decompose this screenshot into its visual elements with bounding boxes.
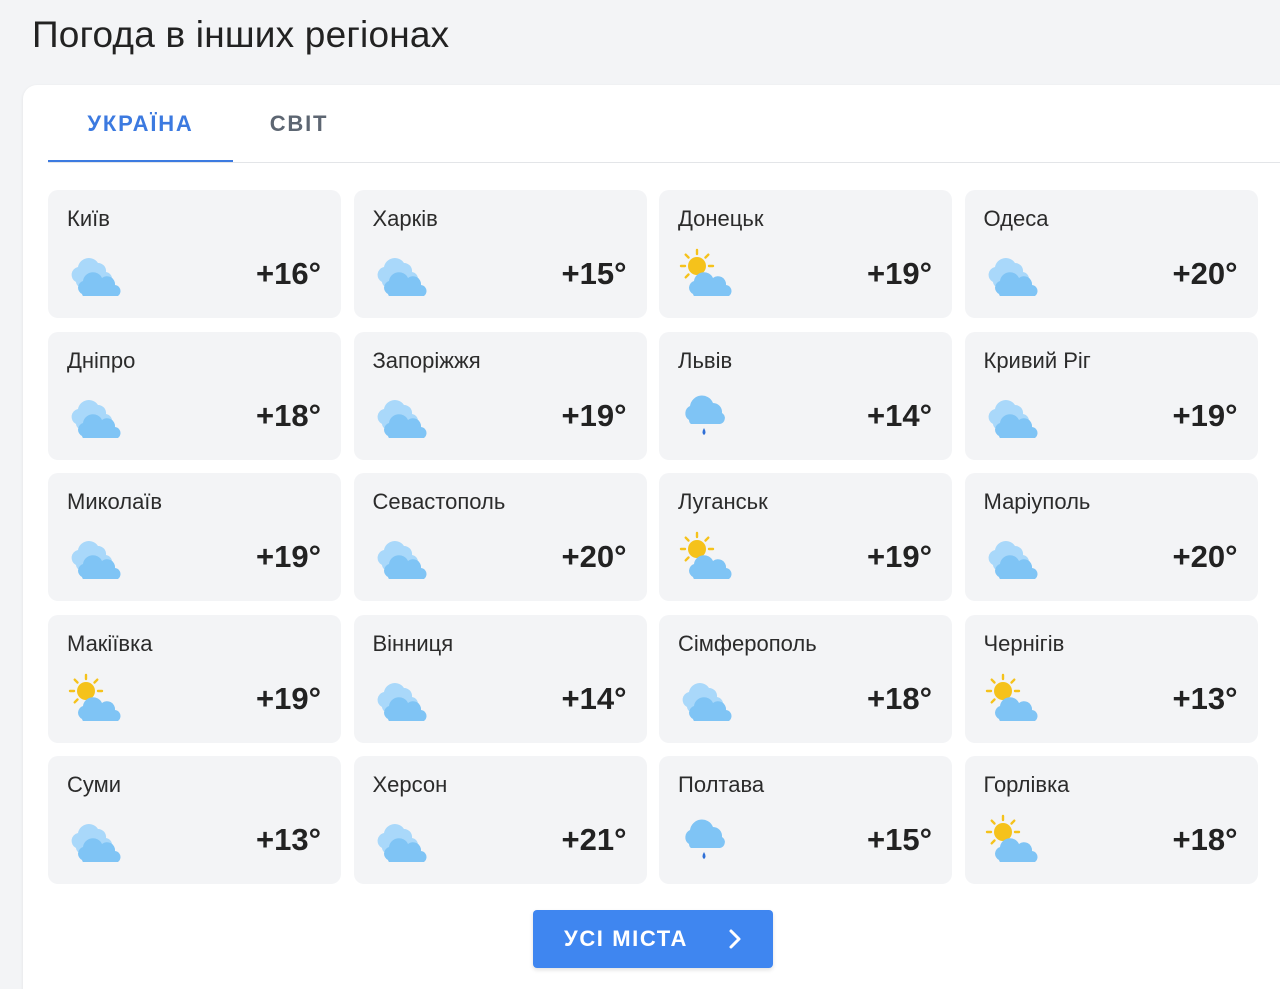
city-name: Львів [678,347,733,373]
city-card[interactable]: Київ +16° [48,190,341,318]
city-name: Кривий Ріг [983,347,1091,373]
tabs-divider [48,162,1280,163]
city-temperature: +13° [1172,680,1238,716]
city-grid: Київ +16° Харків +15° Донецьк +19° Одеса +20° Дн… [48,190,1258,884]
city-name: Суми [67,772,122,797]
city-card[interactable]: Харків +15° [353,190,647,318]
city-card[interactable]: Донецьк +19° [659,190,952,318]
city-card[interactable]: Кривий Ріг +19° [964,331,1258,460]
city-temperature: +16° [256,256,321,291]
regions-panel: УКРАЇНА СВІТ Київ +16° Харків +15° Донецьк +1… [23,85,1280,989]
city-card[interactable]: Одеса +20° [964,190,1258,318]
city-name: Київ [67,206,110,231]
city-card[interactable]: Макіївка +19° [48,614,341,743]
city-card[interactable]: Дніпро +18° [48,331,341,460]
city-name: Полтава [678,772,765,797]
city-name: Горлівка [983,772,1070,797]
city-temperature: +19° [561,397,627,433]
city-temperature: +14° [867,397,932,433]
city-temperature: +20° [561,539,627,574]
city-card[interactable]: Маріуполь +20° [964,473,1258,601]
city-name: Сімферополь [678,630,817,656]
city-card[interactable]: Чернігів +13° [964,614,1258,743]
region-tabs: УКРАЇНА СВІТ [48,85,365,163]
tab-world[interactable]: СВІТ [233,85,365,162]
city-name: Донецьк [678,206,764,231]
all-cities-button[interactable]: УСІ МІСТА [533,910,773,968]
city-temperature: +15° [867,822,932,857]
city-card[interactable]: Луганськ +19° [659,473,952,601]
city-temperature: +18° [867,680,932,716]
city-temperature: +19° [867,256,932,291]
city-card[interactable]: Львів +14° [659,331,952,460]
city-temperature: +18° [1172,822,1238,857]
page-title: Погода в інших регіонах [32,14,450,55]
city-temperature: +20° [1172,256,1238,291]
city-temperature: +19° [256,680,321,716]
city-name: Запоріжжя [372,347,481,373]
all-cities-label: УСІ МІСТА [564,926,688,951]
city-temperature: +19° [1172,397,1238,433]
city-name: Макіївка [67,630,153,656]
city-name: Луганськ [678,489,768,514]
city-temperature: +15° [561,256,627,291]
city-card[interactable]: Сімферополь +18° [659,614,952,743]
city-card[interactable]: Полтава +15° [659,756,952,884]
city-card[interactable]: Горлівка +18° [964,756,1258,884]
chevron-right-icon [729,929,741,949]
tab-ukraine[interactable]: УКРАЇНА [48,85,233,163]
city-temperature: +18° [256,397,321,433]
city-name: Маріуполь [983,489,1091,514]
city-name: Вінниця [372,630,454,656]
city-temperature: +13° [256,822,321,857]
city-temperature: +19° [256,539,321,574]
city-temperature: +21° [561,822,627,857]
city-card[interactable]: Миколаїв +19° [48,473,341,601]
city-temperature: +20° [1172,539,1238,574]
city-card[interactable]: Вінниця +14° [353,614,647,743]
city-card[interactable]: Суми +13° [48,756,341,884]
city-card[interactable]: Херсон +21° [353,756,647,884]
city-temperature: +19° [867,539,932,574]
city-name: Чернігів [983,630,1065,656]
city-name: Одеса [983,206,1049,231]
city-name: Миколаїв [67,489,163,514]
city-name: Севастополь [372,489,506,514]
city-name: Харків [372,206,438,231]
city-name: Херсон [372,772,448,797]
city-card[interactable]: Запоріжжя +19° [353,331,647,460]
city-name: Дніпро [67,347,136,373]
city-temperature: +14° [561,680,627,716]
city-card[interactable]: Севастополь +20° [353,473,647,601]
